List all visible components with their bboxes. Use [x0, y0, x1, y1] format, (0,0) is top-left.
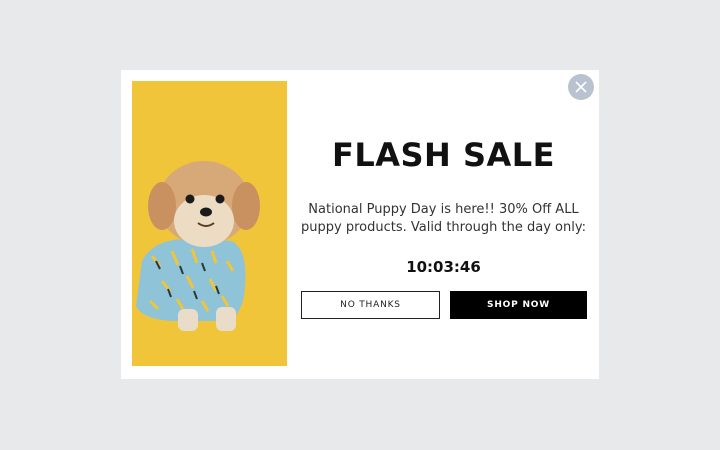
shop-now-button[interactable]: SHOP NOW	[450, 291, 587, 319]
close-button[interactable]	[568, 74, 594, 100]
promo-message: National Puppy Day is here!! 30% Off ALL…	[301, 202, 586, 235]
no-thanks-button[interactable]: NO THANKS	[301, 291, 440, 319]
dog-photo	[132, 81, 287, 366]
countdown-timer: 10:03:46	[406, 258, 481, 276]
popup-title: FLASH SALE	[331, 136, 556, 174]
close-icon	[575, 81, 587, 93]
flash-sale-popup: FLASH SALE National Puppy Day is here!! …	[121, 70, 599, 379]
